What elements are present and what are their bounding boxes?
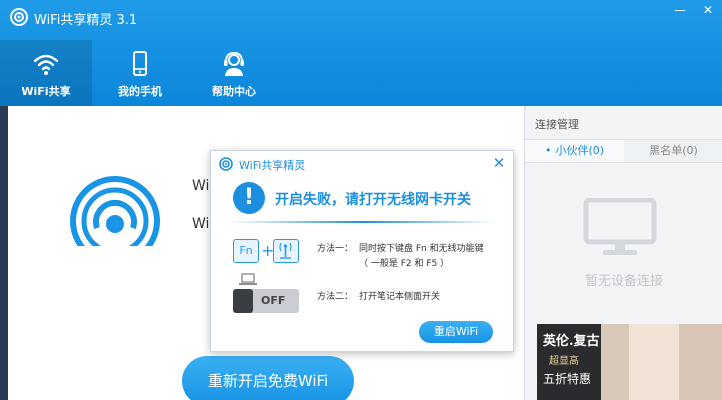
- dialog-divider: [229, 221, 497, 223]
- alert-icon: !: [233, 182, 265, 214]
- headset-icon: [224, 51, 244, 76]
- ad-image-leg: [629, 324, 679, 400]
- monitor-icon: [583, 198, 657, 255]
- plus-icon: +: [261, 241, 275, 260]
- nav-label: 我的手机: [118, 85, 162, 98]
- phone-icon: [133, 51, 147, 76]
- window-controls: — ✕: [666, 0, 722, 22]
- ad-subline: 超显高: [549, 356, 579, 367]
- tab-friends[interactable]: 小伙伴(0): [525, 140, 624, 162]
- ad-image-leg: [679, 324, 722, 400]
- method1-text: 同时按下键盘 Fn 和无线功能键: [359, 244, 484, 254]
- wifi-icon: [33, 54, 59, 75]
- fn-key-icon: Fn: [233, 239, 259, 263]
- alert-message: 开启失败，请打开无线网卡开关: [275, 192, 471, 208]
- nav-my-phone[interactable]: 我的手机: [92, 40, 188, 106]
- method1-label: 方法一：: [317, 244, 354, 254]
- wifi-name-label: Wi: [192, 178, 210, 194]
- connection-panel: 连接管理 小伙伴(0) 黑名单(0) 暂无设备连接 英伦.复古 超显高 五折特惠: [524, 106, 722, 400]
- ad-discount: 五折特惠: [543, 372, 592, 386]
- switch-knob: [233, 289, 253, 313]
- main-nav: WiFi共享 我的手机 帮助中心: [0, 40, 280, 106]
- connection-panel-title: 连接管理: [535, 118, 579, 131]
- title-bar[interactable]: WiFi共享精灵 3.1 — ✕: [0, 0, 722, 34]
- connection-tabs: 小伙伴(0) 黑名单(0): [525, 139, 722, 163]
- app-logo-icon: [10, 8, 28, 26]
- dialog-header[interactable]: WiFi共享精灵 ✕: [211, 151, 513, 177]
- error-dialog: WiFi共享精灵 ✕ ! 开启失败，请打开无线网卡开关 Fn + 方法一： 同时…: [210, 150, 514, 352]
- dialog-logo-icon: [219, 157, 233, 171]
- dialog-close-button[interactable]: ✕: [491, 154, 507, 172]
- app-title: WiFi共享精灵 3.1: [34, 13, 138, 28]
- minimize-button[interactable]: —: [666, 0, 694, 22]
- laptop-icon: [239, 273, 257, 285]
- ad-headline: 英伦.复古: [543, 334, 600, 349]
- method2-label: 方法二：: [317, 292, 354, 302]
- ad-banner[interactable]: 英伦.复古 超显高 五折特惠: [537, 324, 722, 400]
- method1-hint: （ 一般是 F2 和 F5 ）: [359, 259, 450, 269]
- method2-text: 打开笔记本侧面开关: [359, 292, 441, 302]
- nav-help-center[interactable]: 帮助中心: [188, 40, 280, 106]
- wifi-share-logo-icon: [70, 176, 160, 266]
- close-window-button[interactable]: ✕: [694, 0, 722, 22]
- restart-free-wifi-button[interactable]: 重新开启免费WiFi: [182, 356, 354, 400]
- no-devices-text: 暂无设备连接: [584, 274, 663, 289]
- nav-label: WiFi共享: [21, 85, 71, 98]
- ad-image-leg: [601, 324, 629, 400]
- switch-label: OFF: [261, 294, 286, 307]
- wifi-password-label: Wi: [192, 216, 210, 232]
- wireless-key-icon: [273, 239, 299, 263]
- app-header: WiFi共享精灵 3.1 — ✕ WiFi共享 我的手机 帮助中心: [0, 0, 722, 106]
- nav-wifi-share[interactable]: WiFi共享: [0, 40, 92, 106]
- nav-label: 帮助中心: [212, 85, 256, 98]
- tab-blacklist[interactable]: 黑名单(0): [624, 140, 722, 162]
- dialog-title: WiFi共享精灵: [239, 159, 306, 172]
- restart-wifi-button[interactable]: 重启WiFi: [419, 321, 493, 343]
- wireless-switch-off-icon: OFF: [233, 289, 299, 313]
